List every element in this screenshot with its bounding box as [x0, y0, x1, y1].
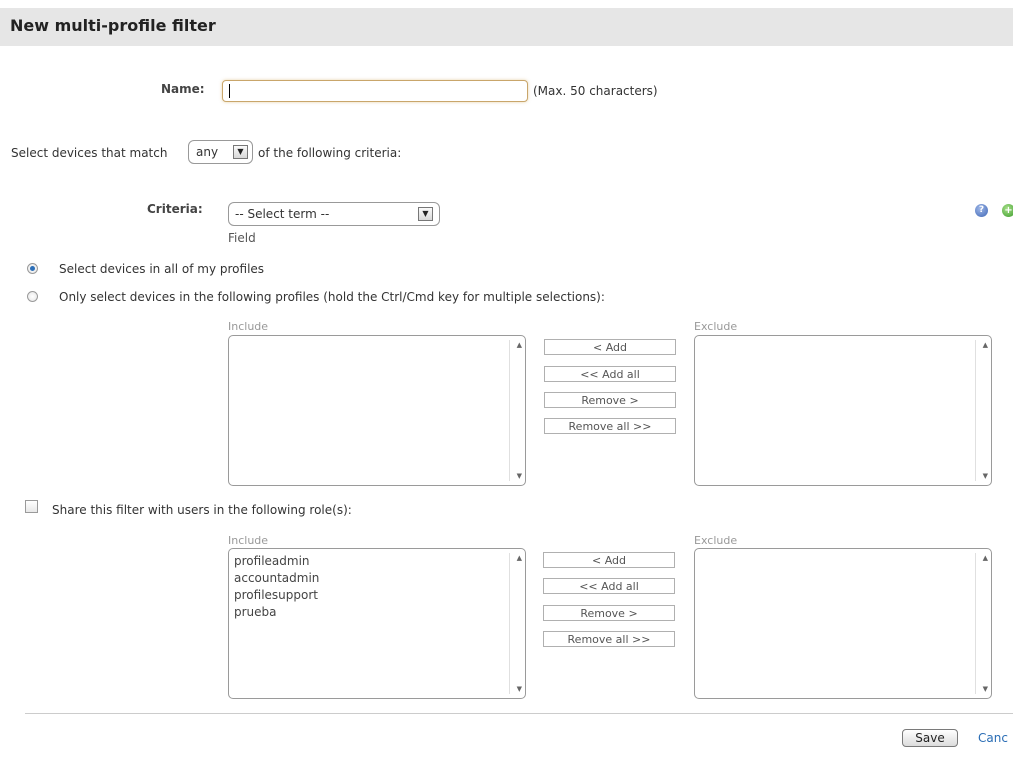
- name-hint: (Max. 50 characters): [533, 84, 658, 98]
- page-title: New multi-profile filter: [10, 16, 216, 35]
- match-suffix-text: of the following criteria:: [258, 146, 402, 160]
- criteria-label: Criteria:: [147, 202, 203, 216]
- roles-exclude-caption: Exclude: [694, 534, 738, 547]
- list-item[interactable]: profileadmin: [234, 553, 319, 570]
- profiles-include-list[interactable]: ▲ ▼: [228, 335, 526, 486]
- scroll-up-icon[interactable]: ▲: [983, 341, 988, 349]
- roles-remove-all-button[interactable]: Remove all >>: [543, 631, 675, 647]
- profiles-remove-all-button[interactable]: Remove all >>: [544, 418, 676, 434]
- scrollbar[interactable]: [509, 340, 522, 481]
- radio-all-profiles[interactable]: [27, 263, 38, 274]
- list-item[interactable]: prueba: [234, 604, 319, 621]
- roles-remove-button[interactable]: Remove >: [543, 605, 675, 621]
- add-criteria-icon[interactable]: +: [1002, 204, 1013, 217]
- chevron-down-icon: ▼: [233, 145, 248, 159]
- scroll-down-icon[interactable]: ▼: [517, 472, 522, 480]
- criteria-field-label: Field: [228, 231, 256, 245]
- radio-selected-profiles-label: Only select devices in the following pro…: [59, 290, 605, 304]
- criteria-term-value: -- Select term --: [235, 207, 330, 221]
- roles-include-caption: Include: [228, 534, 269, 547]
- radio-all-profiles-label: Select devices in all of my profiles: [59, 262, 265, 276]
- profiles-exclude-list[interactable]: ▲ ▼: [694, 335, 992, 486]
- save-button[interactable]: Save: [902, 729, 958, 747]
- criteria-term-select[interactable]: -- Select term -- ▼: [228, 202, 440, 226]
- list-item[interactable]: profilesupport: [234, 587, 319, 604]
- divider: [25, 713, 1013, 714]
- scrollbar[interactable]: [975, 553, 988, 694]
- share-label: Share this filter with users in the foll…: [52, 503, 352, 517]
- profiles-include-caption: Include: [228, 320, 269, 333]
- scrollbar[interactable]: [509, 553, 522, 694]
- scroll-up-icon[interactable]: ▲: [517, 341, 522, 349]
- name-input[interactable]: [222, 80, 528, 102]
- profiles-add-button[interactable]: < Add: [544, 339, 676, 355]
- roles-add-all-button[interactable]: << Add all: [543, 578, 675, 594]
- match-select[interactable]: any ▼: [188, 140, 253, 164]
- help-icon[interactable]: ?: [975, 204, 988, 217]
- cancel-link[interactable]: Canc: [978, 731, 1008, 745]
- match-prefix-text: Select devices that match: [11, 146, 168, 160]
- scroll-down-icon[interactable]: ▼: [983, 472, 988, 480]
- roles-add-button[interactable]: < Add: [543, 552, 675, 568]
- share-checkbox[interactable]: [25, 500, 38, 513]
- profiles-exclude-caption: Exclude: [694, 320, 738, 333]
- roles-include-list[interactable]: profileadmin accountadmin profilesupport…: [228, 548, 526, 699]
- match-select-value: any: [196, 145, 219, 159]
- profiles-remove-button[interactable]: Remove >: [544, 392, 676, 408]
- scroll-up-icon[interactable]: ▲: [517, 554, 522, 562]
- name-label: Name:: [161, 82, 205, 96]
- scroll-down-icon[interactable]: ▼: [517, 685, 522, 693]
- scrollbar[interactable]: [975, 340, 988, 481]
- chevron-down-icon: ▼: [418, 207, 433, 221]
- list-item[interactable]: accountadmin: [234, 570, 319, 587]
- scroll-down-icon[interactable]: ▼: [983, 685, 988, 693]
- profiles-add-all-button[interactable]: << Add all: [544, 366, 676, 382]
- roles-exclude-list[interactable]: ▲ ▼: [694, 548, 992, 699]
- radio-selected-profiles[interactable]: [27, 291, 38, 302]
- scroll-up-icon[interactable]: ▲: [983, 554, 988, 562]
